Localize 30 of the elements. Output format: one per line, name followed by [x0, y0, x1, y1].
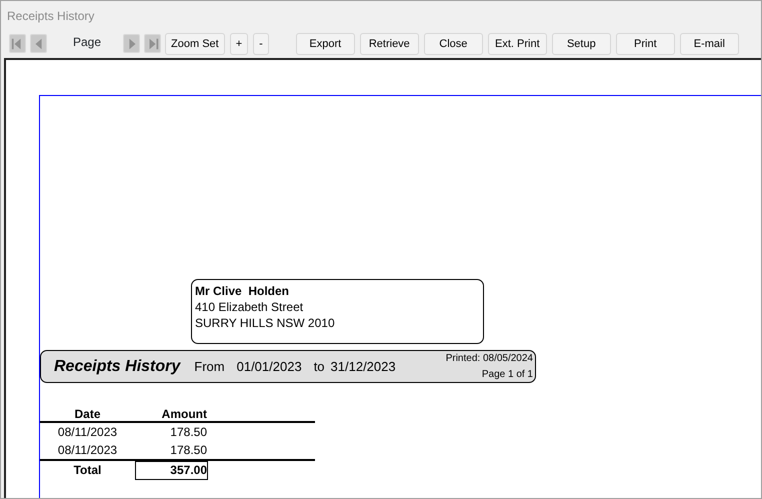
page-number: Page 1 of 1 — [482, 368, 533, 382]
address-line: SURRY HILLS NSW 2010 — [195, 315, 336, 331]
toolbar-button[interactable]: Zoom Set — [165, 32, 225, 54]
column-header: Date — [73, 407, 102, 421]
from-label: From — [194, 358, 225, 376]
from-date: 01/01/2023 — [236, 358, 302, 376]
page-label: Page — [73, 34, 102, 50]
printed-date: Printed: 08/05/2024 — [446, 352, 533, 366]
table-cell-text: 08/11/2023 — [56, 424, 118, 441]
report-title: Receipts History — [54, 356, 180, 376]
toolbar-button[interactable]: Retrieve — [360, 32, 419, 54]
table-cell-text: 178.50 — [169, 442, 207, 459]
to-label: to — [314, 358, 325, 376]
column-header: Amount — [160, 407, 207, 421]
toolbar-button[interactable]: Ext. Print — [488, 32, 547, 54]
total-value: 357.00 — [135, 460, 208, 480]
address-line: Mr Clive Holden — [195, 283, 290, 299]
table-cell-text: 08/11/2023 — [56, 442, 118, 459]
toolbar-button[interactable]: Export — [296, 32, 355, 54]
table-cell-text: 178.50 — [169, 424, 207, 441]
toolbar-button[interactable]: Setup — [552, 32, 611, 54]
toolbar-button[interactable]: + — [230, 32, 248, 54]
toolbar-button[interactable]: Close — [424, 32, 483, 54]
address-line: 410 Elizabeth Street — [195, 299, 304, 315]
total-label: Total — [72, 462, 102, 479]
to-date: 31/12/2023 — [330, 358, 396, 376]
toolbar-button[interactable]: E-mail — [680, 32, 739, 54]
window-title: Receipts History — [6, 8, 96, 25]
toolbar-button[interactable]: - — [253, 32, 269, 54]
toolbar-button[interactable]: Print — [616, 32, 675, 54]
